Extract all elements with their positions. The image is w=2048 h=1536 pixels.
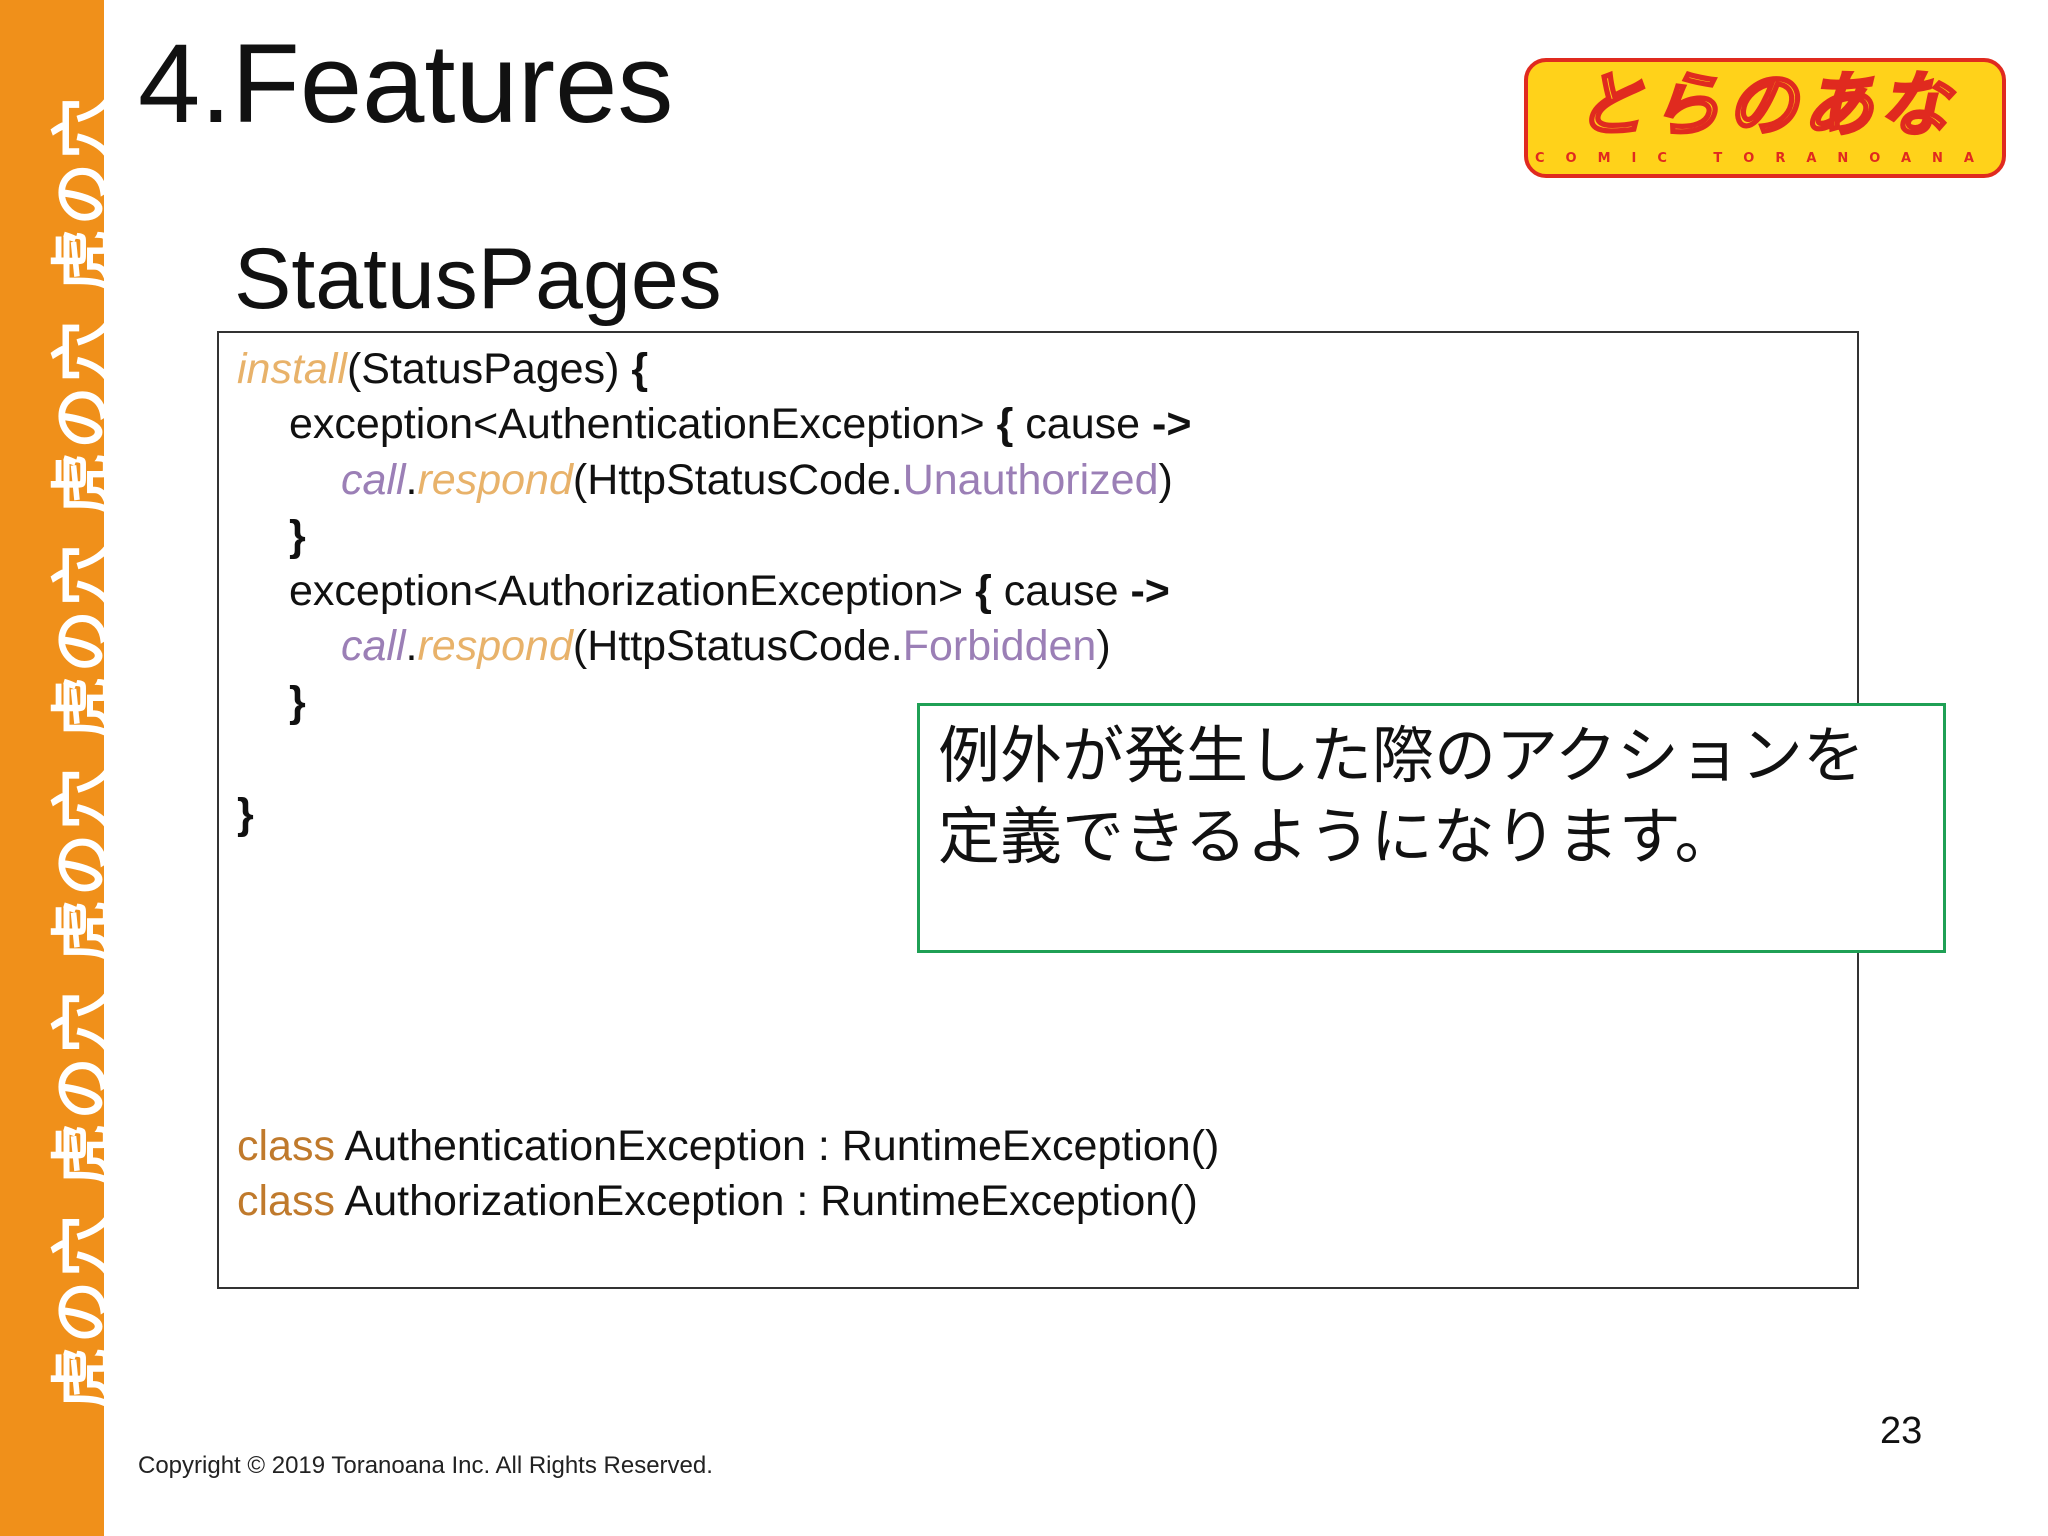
code-line-respond-forbidden: call.respond(HttpStatusCode.Forbidden) <box>341 625 1111 668</box>
code-args: (HttpStatusCode. <box>572 622 903 670</box>
code-keyword-class: class <box>237 1177 335 1225</box>
callout-line-1: 例外が発生した際のアクションを <box>938 719 1865 792</box>
code-dot: . <box>405 622 418 670</box>
code-arrow: -> <box>1152 400 1192 448</box>
sidebar-band: 虎の穴 虎の穴 虎の穴 虎の穴 虎の穴 虎の穴 <box>0 0 104 1536</box>
code-brace: { <box>975 567 992 615</box>
code-line-install: install(StatusPages) { <box>237 348 648 391</box>
code-text: cause <box>1013 400 1152 448</box>
code-constant: Unauthorized <box>902 456 1159 504</box>
code-line-respond-unauthorized: call.respond(HttpStatusCode.Unauthorized… <box>341 459 1173 502</box>
section-title: StatusPages <box>234 231 722 327</box>
code-paren: ) <box>1096 622 1111 670</box>
sidebar-brand-text: 虎の穴 虎の穴 虎の穴 虎の穴 虎の穴 虎の穴 <box>46 93 104 1409</box>
slide-title: 4.Features <box>138 21 674 146</box>
code-keyword-class: class <box>237 1122 335 1170</box>
code-line-close-brace-outer: } <box>237 790 254 838</box>
code-line-exception-authz: exception<AuthorizationException> { caus… <box>289 570 1170 613</box>
code-function-respond: respond <box>417 622 573 670</box>
callout-line-2: 定義できるようになります。 <box>938 799 1737 873</box>
code-call: call <box>341 456 406 504</box>
code-line-close-brace: } <box>289 512 306 560</box>
code-call: call <box>341 622 406 670</box>
code-text: AuthenticationException : RuntimeExcepti… <box>334 1122 1220 1170</box>
toranoana-logo: とらのあな COMIC TORANOANA <box>1524 58 2006 178</box>
code-function-install: install <box>237 345 347 393</box>
page-number: 23 <box>1880 1410 1923 1452</box>
code-line-exception-auth: exception<AuthenticationException> { cau… <box>289 403 1191 446</box>
logo-main-text: とらのあな <box>1574 64 1955 146</box>
code-text: exception<AuthenticationException> <box>289 400 997 448</box>
copyright-footer: Copyright © 2019 Toranoana Inc. All Righ… <box>138 1452 713 1479</box>
callout-note: 例外が発生した際のアクションを 定義できるようになります。 <box>917 703 1946 953</box>
code-line-class-authorization: class AuthorizationException : RuntimeEx… <box>237 1180 1198 1223</box>
code-line-close-brace: } <box>289 678 306 726</box>
logo-sub-text: COMIC TORANOANA <box>1534 151 1995 166</box>
code-text: exception<AuthorizationException> <box>289 567 976 615</box>
code-brace: { <box>996 400 1014 448</box>
code-brace: { <box>631 345 649 393</box>
code-text: cause <box>991 567 1131 615</box>
code-text: AuthorizationException : RuntimeExceptio… <box>334 1177 1198 1225</box>
code-args: (StatusPages) <box>346 345 632 393</box>
code-line-class-authentication: class AuthenticationException : RuntimeE… <box>237 1125 1219 1168</box>
code-function-respond: respond <box>417 456 573 504</box>
code-arrow: -> <box>1130 567 1170 615</box>
code-args: (HttpStatusCode. <box>572 456 903 504</box>
code-constant: Forbidden <box>902 622 1097 670</box>
code-dot: . <box>405 456 418 504</box>
code-paren: ) <box>1158 456 1173 504</box>
